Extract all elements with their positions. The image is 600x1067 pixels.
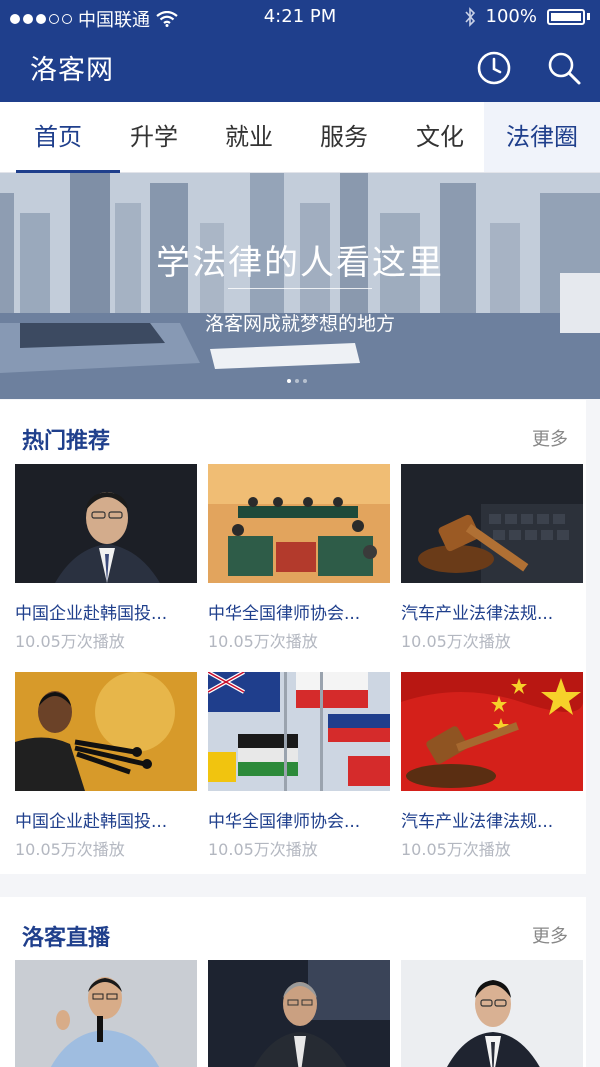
banner-dot[interactable] [295,379,299,383]
more-link[interactable]: 更多 [532,425,568,451]
clock-icon[interactable] [476,50,512,86]
banner-dot-active[interactable] [287,379,291,383]
category-tabs: 首页 升学 就业 服务 文化 法律圈 [0,102,600,173]
status-right: 100% [464,6,590,27]
banner-title: 学法律的人看这里 [156,243,444,283]
live-card[interactable] [208,960,390,1067]
tab-employment[interactable]: 就业 [201,102,297,172]
battery-percent: 100% [485,6,537,27]
play-count: 10.05万次播放 [208,840,318,859]
banner-pagination [287,379,307,383]
video-title: 汽车产业法律法规... [401,812,554,832]
banner-background-image [0,173,600,399]
video-thumbnail [401,672,583,791]
live-thumbnail [208,960,390,1067]
video-card[interactable]: 中国企业赴韩国投... 10.05万次播放 [15,672,197,860]
video-title: 汽车产业法律法规... [401,604,554,624]
video-thumbnail [15,672,197,791]
tab-law-circle[interactable]: 法律圈 [484,102,600,172]
live-section: 洛客直播 更多 [0,897,586,1067]
tab-service[interactable]: 服务 [296,102,392,172]
live-card[interactable] [401,960,583,1067]
banner-subtitle: 洛客网成就梦想的地方 [204,313,395,335]
play-count: 10.05万次播放 [401,632,511,651]
status-bar: 中国联通 4:21 PM 100% [0,0,600,34]
video-title: 中华全国律师协会... [208,604,361,624]
tab-admission[interactable]: 升学 [106,102,202,172]
section-title: 洛客直播 [22,926,111,951]
play-count: 10.05万次播放 [15,840,125,859]
video-card[interactable]: 中华全国律师协会... 10.05万次播放 [208,464,390,652]
video-title: 中国企业赴韩国投... [15,812,168,832]
play-count: 10.05万次播放 [401,840,511,859]
video-thumbnail [401,464,583,583]
app: 中国联通 4:21 PM 100% 洛客网 首页 升学 就业 服务 文化 法律圈… [0,0,600,1067]
video-thumbnail [15,464,197,583]
app-header: 洛客网 [0,34,600,102]
video-title: 中国企业赴韩国投... [15,604,168,624]
tab-home[interactable]: 首页 [10,102,120,173]
battery-tip-icon [587,13,590,20]
live-card[interactable] [15,960,197,1067]
bluetooth-icon [464,6,475,27]
hot-recommend-section: 热门推荐 更多 中国企业赴韩国投... 10.05万次播放 中华全国律师协会..… [0,400,586,874]
live-thumbnail [401,960,583,1067]
video-card[interactable]: 中华全国律师协会... 10.05万次播放 [207,670,390,860]
app-title: 洛客网 [30,55,114,86]
video-thumbnail [207,670,390,791]
play-count: 10.05万次播放 [208,632,318,651]
video-thumbnail [208,464,390,583]
video-card[interactable]: 汽车产业法律法规... 10.05万次播放 [401,464,583,652]
search-icon[interactable] [546,50,582,86]
banner-divider [228,288,372,289]
video-card[interactable]: 中国企业赴韩国投... 10.05万次播放 [15,464,197,652]
video-card[interactable]: 汽车产业法律法规... 10.05万次播放 [401,672,583,860]
battery-icon [547,8,585,25]
banner-dot[interactable] [303,379,307,383]
tab-culture[interactable]: 文化 [392,102,488,172]
promo-banner[interactable]: 学法律的人看这里 洛客网成就梦想的地方 [0,173,600,399]
live-thumbnail [15,960,197,1067]
video-title: 中华全国律师协会... [208,812,361,832]
play-count: 10.05万次播放 [15,632,125,651]
section-title: 热门推荐 [22,429,111,454]
more-link[interactable]: 更多 [532,922,568,948]
